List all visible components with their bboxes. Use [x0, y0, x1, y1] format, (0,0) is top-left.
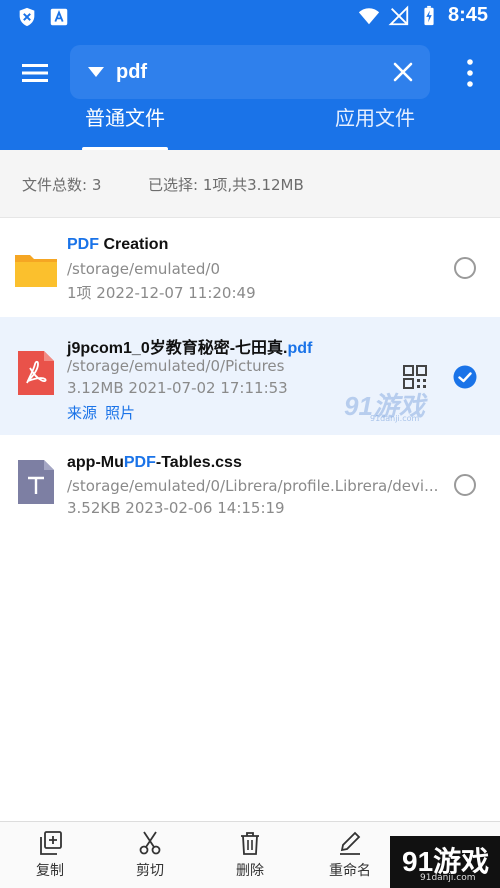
pdf-file-icon [18, 351, 54, 395]
checkmark-selected-icon[interactable] [453, 365, 477, 389]
status-bar: 8:45 [0, 0, 500, 36]
text-file-icon [18, 460, 54, 504]
search-input[interactable] [116, 55, 366, 89]
file-name: PDF Creation [67, 236, 169, 253]
copy-label: 复制 [36, 863, 64, 879]
file-meta: 3.52KB 2023-02-06 14:15:19 [67, 499, 285, 517]
wifi-icon [358, 7, 380, 24]
close-icon[interactable] [390, 59, 416, 85]
pencil-icon [340, 831, 361, 855]
file-name: j9pcom1_0岁教育秘密-七田真.pdf [67, 340, 313, 357]
copy-icon [40, 831, 62, 855]
status-time: 8:45 [447, 4, 488, 26]
rename-button[interactable]: 重命名 [315, 830, 385, 886]
select-radio[interactable] [454, 474, 476, 496]
rename-label: 重命名 [329, 863, 371, 879]
selection-info: 已选择: 1项,共3.12MB [148, 176, 304, 194]
status-left-icons [16, 6, 70, 28]
source-link[interactable]: 来源 [67, 402, 97, 423]
watermark-logo: 91游戏 91danji.com [344, 391, 425, 423]
app-bar: 普通文件 应用文件 [0, 36, 500, 151]
select-radio[interactable] [454, 257, 476, 279]
summary-bar: 文件总数: 3 已选择: 1项,共3.12MB [0, 150, 500, 218]
file-source-links: 来源 照片 [67, 402, 135, 423]
list-item[interactable]: app-MuPDF-Tables.css /storage/emulated/0… [0, 436, 500, 536]
trash-icon [241, 832, 259, 855]
photo-link[interactable]: 照片 [105, 402, 135, 423]
hamburger-menu-icon[interactable] [16, 56, 54, 90]
tab-app-files[interactable]: 应用文件 [330, 102, 420, 150]
watermark-corner: 91游戏 91danji.com [390, 836, 500, 888]
no-signal-icon [388, 5, 409, 25]
font-a-icon [50, 8, 68, 26]
file-path: /storage/emulated/0 [67, 260, 221, 278]
file-meta: 3.12MB 2021-07-02 17:11:53 [67, 379, 288, 397]
file-name: app-MuPDF-Tables.css [67, 454, 242, 471]
delete-button[interactable]: 删除 [215, 830, 285, 886]
file-path: /storage/emulated/0/Librera/profile.Libr… [67, 477, 439, 495]
folder-icon [15, 255, 57, 287]
file-count: 文件总数: 3 [22, 176, 102, 194]
cut-label: 剪切 [136, 863, 164, 879]
tab-normal-files[interactable]: 普通文件 [82, 102, 168, 150]
more-vertical-icon[interactable] [462, 58, 478, 88]
battery-charging-icon [424, 5, 434, 25]
tab-bar: 普通文件 应用文件 [0, 102, 500, 151]
file-meta: 1项 2022-12-07 11:20:49 [67, 284, 256, 302]
copy-button[interactable]: 复制 [15, 830, 85, 886]
cut-button[interactable]: 剪切 [115, 830, 185, 886]
filter-dropdown-icon[interactable] [86, 63, 106, 81]
file-path: /storage/emulated/0/Pictures [67, 357, 285, 375]
status-right-icons: 8:45 [358, 4, 488, 27]
shield-icon [19, 7, 35, 27]
search-box [70, 45, 430, 99]
scissors-icon [139, 831, 161, 855]
delete-label: 删除 [236, 863, 264, 879]
